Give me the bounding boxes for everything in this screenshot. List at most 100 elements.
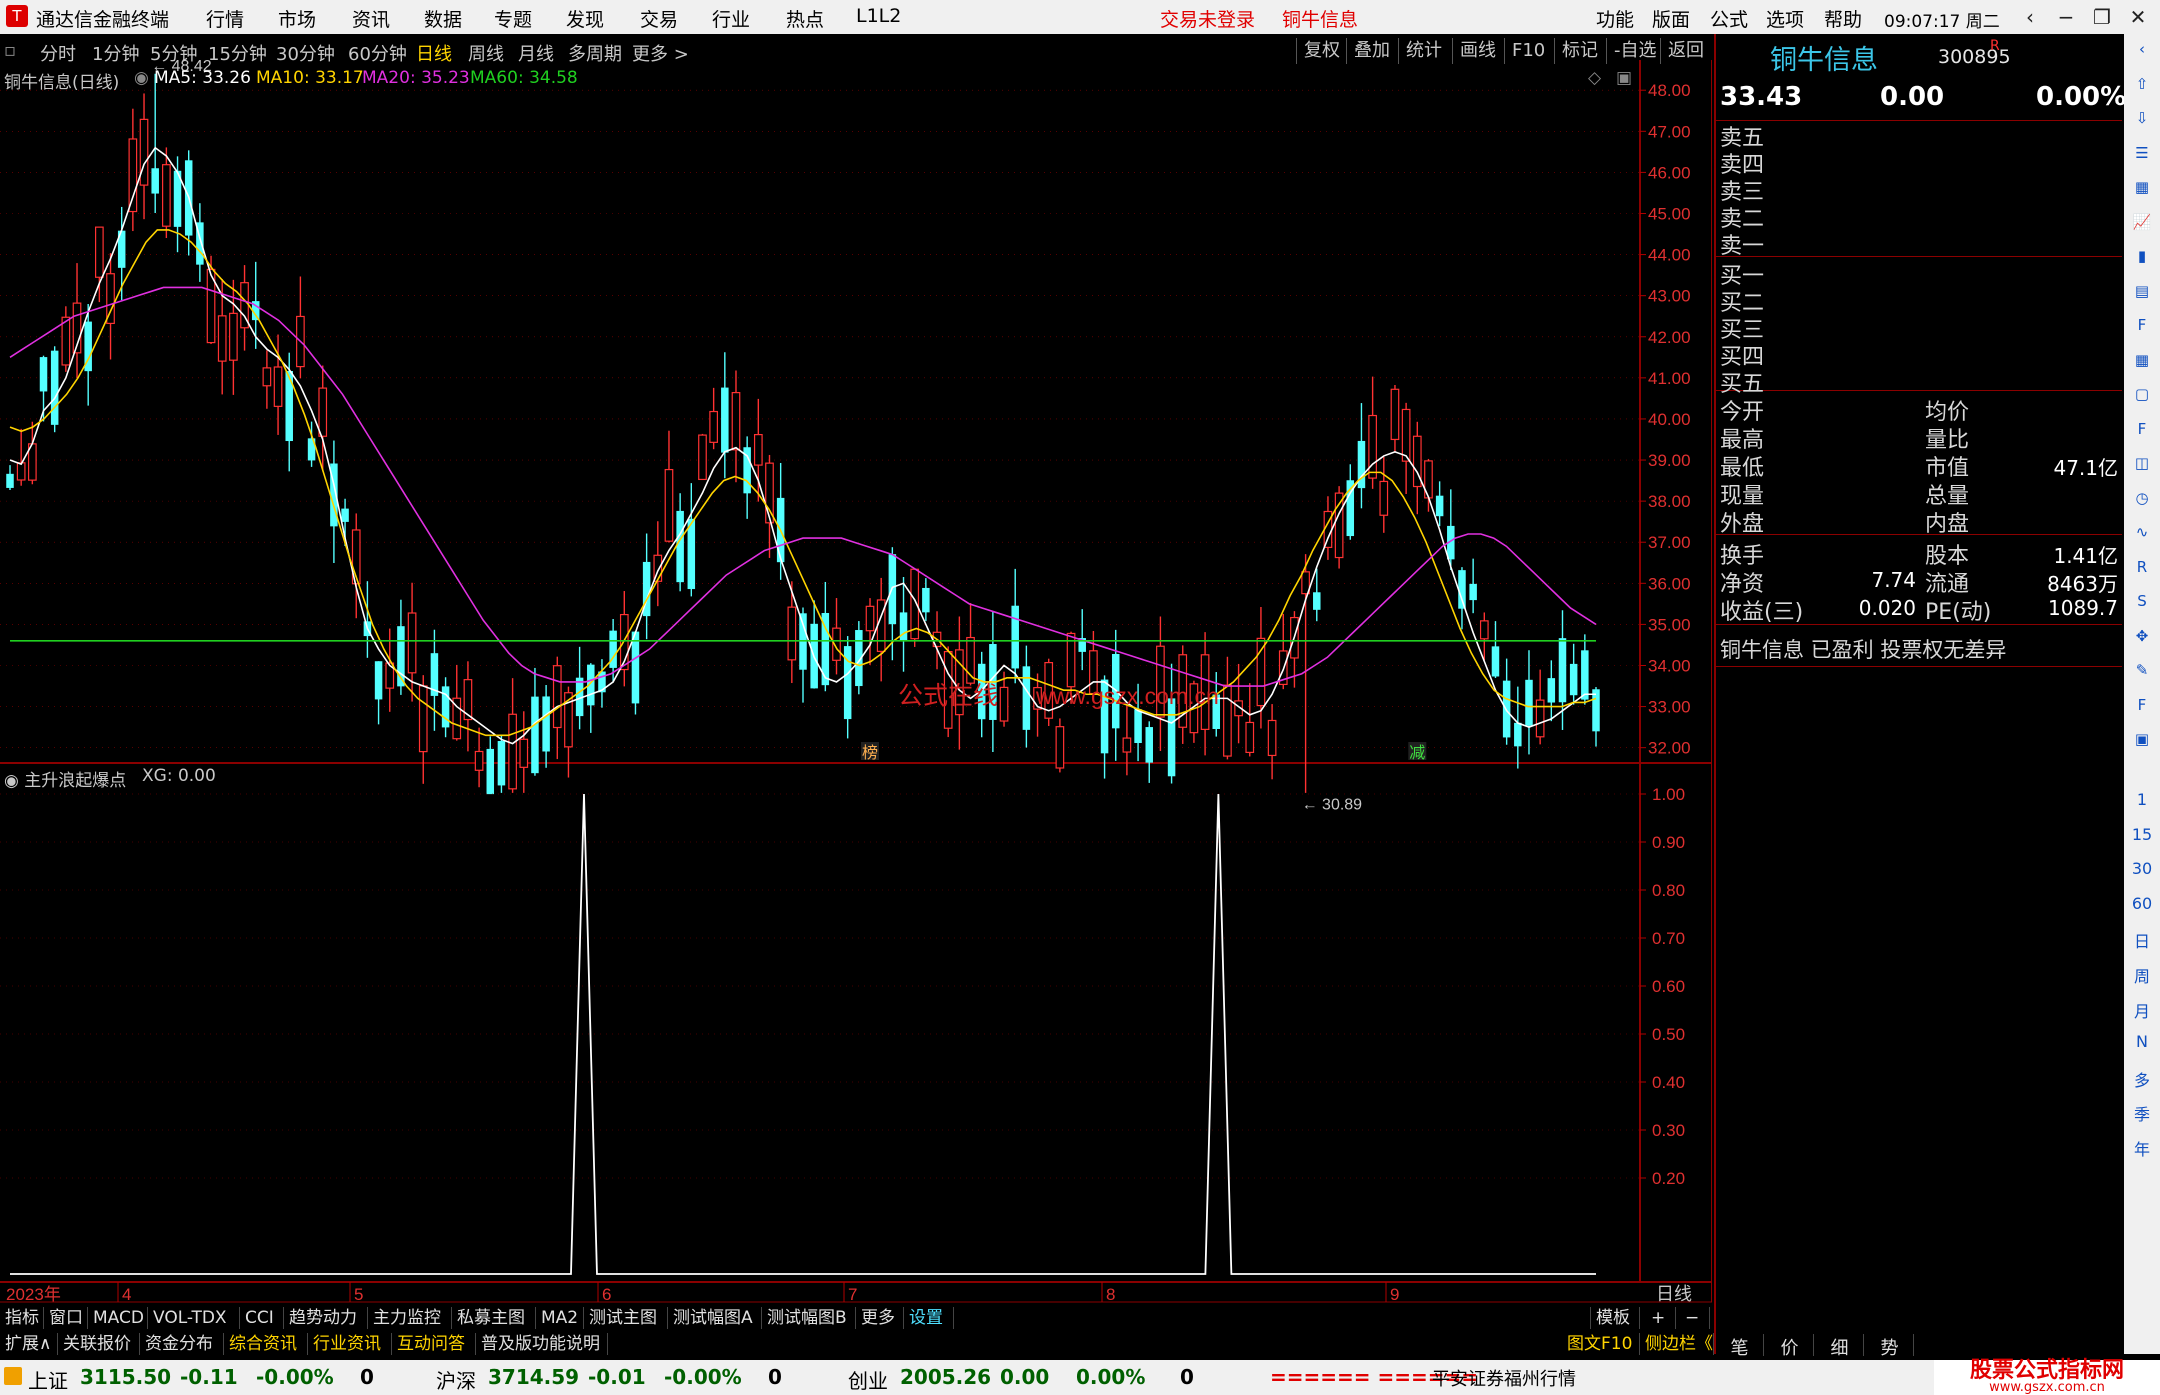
sidebar-toggle[interactable]: 侧边栏《 [1640,1333,1714,1355]
menu-item[interactable]: 交易 [640,5,678,32]
ma-value: 33.17 [315,68,364,88]
login-status[interactable]: 交易未登录 [1160,5,1255,32]
menu-item[interactable]: 专题 [494,5,532,32]
indicator-title[interactable]: ◉ 主升浪起爆点 [4,766,126,791]
close-icon[interactable]: ✕ [2124,3,2152,31]
period-shortcut[interactable]: N [2124,1032,2160,1051]
doc-icon[interactable]: ▤ [2130,282,2154,304]
info-tab[interactable]: 行业资讯 [308,1333,392,1355]
menu-item[interactable]: 行情 [206,5,244,32]
period-shortcut[interactable]: 季 [2124,1101,2160,1125]
info-tab[interactable]: 互动问答 [392,1333,476,1355]
indicator-tab[interactable]: 主力监控 [368,1307,452,1329]
indicator-tab[interactable]: 测试幅图B [762,1307,856,1329]
menu-item[interactable]: 市场 [278,5,316,32]
info-tab[interactable]: 普及版功能说明 [476,1333,608,1355]
index-value: 3714.59 [488,1365,580,1389]
detail-tab[interactable]: 价 [1766,1334,1814,1359]
back-arrow-icon[interactable]: ‹ [2130,40,2154,62]
image-icon[interactable]: ▣ [2130,730,2154,752]
period-shortcut[interactable]: 1 [2124,790,2160,809]
diamond-icon[interactable]: ◇ [1588,68,1601,88]
clock-icon[interactable]: ◷ [2130,489,2154,511]
indicator-settings-icon[interactable]: ◉ [4,771,24,791]
up-arrow-icon[interactable]: ⇧ [2130,75,2154,97]
grid-icon[interactable]: ▦ [2130,178,2154,200]
add-indicator-button[interactable]: + [1646,1307,1676,1329]
table-icon[interactable]: ▦ [2130,351,2154,373]
rmenu-item[interactable]: 选项 [1766,5,1804,32]
index-name[interactable]: 创业 [848,1365,888,1394]
rmenu-item[interactable]: 版面 [1652,5,1690,32]
collapse-icon[interactable]: ▫ [4,40,16,61]
remove-indicator-button[interactable]: − [1680,1307,1710,1329]
rmenu-item[interactable]: 功能 [1596,5,1634,32]
period-shortcut[interactable]: 60 [2124,894,2160,913]
menu-item[interactable]: L1L2 [856,5,901,27]
list-icon[interactable]: ☰ [2130,144,2154,166]
period-shortcut[interactable]: 15 [2124,825,2160,844]
menu-item[interactable]: 数据 [424,5,462,32]
broker-label[interactable]: 平安证券福州行情 [1432,1365,1576,1391]
quote-change: 0.00 [1880,82,1945,112]
period-shortcut[interactable]: 周 [2124,963,2160,987]
rsi-icon[interactable]: R [2130,558,2154,580]
period-shortcut[interactable]: 30 [2124,859,2160,878]
template-button[interactable]: 模板 [1590,1307,1640,1329]
stop-icon[interactable]: S [2130,592,2154,614]
indicator-tab[interactable]: 私募主图 [452,1307,536,1329]
indicator-tab[interactable]: MACD [88,1307,148,1329]
f10-icon[interactable]: F [2130,316,2154,338]
info-tab[interactable]: 资金分布 [140,1333,224,1355]
status-bar: 上证 3115.50 -0.11 -0.00% 0 沪深 3714.59 -0.01 -0.00… [0,1360,2160,1395]
menu-item[interactable]: 资讯 [352,5,390,32]
kline-icon[interactable]: ▮ [2130,247,2154,269]
rmenu-item[interactable]: 公式 [1710,5,1748,32]
period-shortcut[interactable]: 月 [2124,998,2160,1022]
indicator-tab[interactable]: 测试主图 [584,1307,668,1329]
indicator-tab[interactable]: 更多 [856,1307,904,1329]
pen-icon[interactable]: ✎ [2130,661,2154,683]
down-arrow-icon[interactable]: ⇩ [2130,109,2154,131]
wave-icon[interactable]: ∿ [2130,523,2154,545]
minimize-icon[interactable]: − [2052,3,2080,31]
info-tab[interactable]: 关联报价 [58,1333,140,1355]
period-shortcut[interactable]: 年 [2124,1136,2160,1160]
detail-tab[interactable]: 笔 [1716,1334,1764,1359]
menu-item[interactable]: 发现 [566,5,604,32]
f5-icon[interactable]: F [2130,696,2154,718]
trend-icon[interactable]: 📈 [2130,213,2154,235]
period-shortcut[interactable]: 多 [2124,1067,2160,1091]
indicator-tab[interactable]: 设置 [904,1307,954,1329]
indicator-tab[interactable]: 测试幅图A [668,1307,762,1329]
menu-item[interactable]: 热点 [786,5,824,32]
indicator-tab[interactable]: 窗口 [44,1307,88,1329]
chart-area[interactable]: 48.0047.0046.0045.0044.0043.0042.0041.00… [0,60,1712,1306]
panel-icon[interactable]: ▣ [1616,68,1632,88]
indicator-tab[interactable]: 趋势动力 [284,1307,368,1329]
detail-tab[interactable]: 势 [1866,1334,1914,1359]
detail-tab[interactable]: 细 [1816,1334,1864,1359]
back-arrow-icon[interactable]: ‹ [2016,3,2044,31]
alert-icon[interactable] [4,1367,22,1385]
move-icon[interactable]: ✥ [2130,627,2154,649]
index-name[interactable]: 上证 [28,1365,68,1394]
menu-item[interactable]: 行业 [712,5,750,32]
info-tab[interactable]: 综合资讯 [224,1333,308,1355]
indicator-tab[interactable]: VOL-TDX [148,1307,240,1329]
f10-tab[interactable]: 图文F10 [1562,1333,1640,1355]
index-name[interactable]: 沪深 [436,1365,476,1394]
index-volume: 0 [360,1365,374,1389]
indicator-tab[interactable]: CCI [240,1307,284,1329]
settings-icon[interactable]: ◉ [134,68,149,88]
rmenu-item[interactable]: 帮助 [1824,5,1862,32]
period-shortcut[interactable]: 日 [2124,928,2160,952]
info-tab[interactable]: 扩展∧ [0,1333,58,1355]
indicator-tab[interactable]: 指标 [0,1307,44,1329]
f2-icon[interactable]: F [2130,420,2154,442]
restore-icon[interactable]: ❐ [2088,3,2116,31]
event-marker: 减 [1409,743,1425,762]
indicator-tab[interactable]: MA2 [536,1307,584,1329]
page-icon[interactable]: ▢ [2130,385,2154,407]
chart-icon[interactable]: ◫ [2130,454,2154,476]
